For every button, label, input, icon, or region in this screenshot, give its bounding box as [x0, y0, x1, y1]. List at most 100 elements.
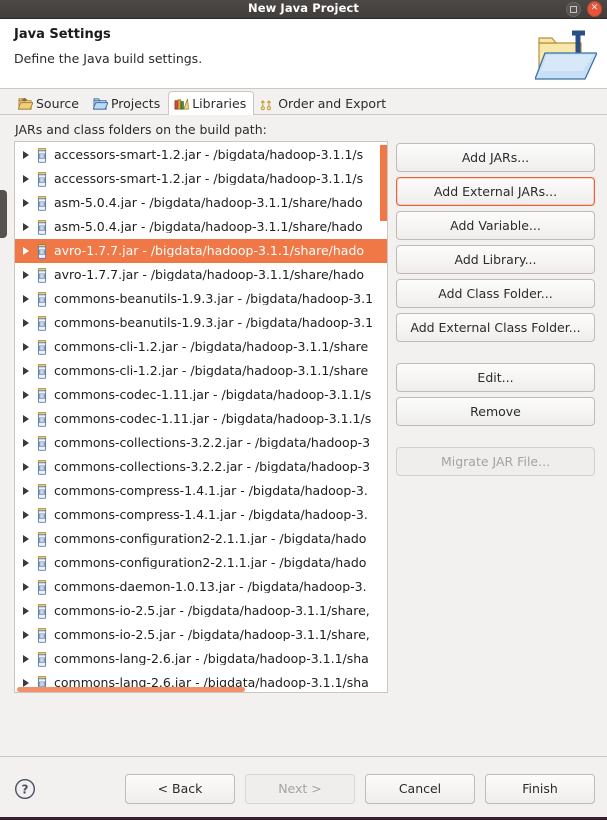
expand-arrow-icon[interactable]	[23, 655, 29, 663]
expand-arrow-icon[interactable]	[23, 487, 29, 495]
jar-file-icon: 010	[37, 363, 47, 379]
list-item[interactable]: 010 commons-beanutils-1.9.3.jar - /bigdat…	[15, 287, 387, 311]
expand-arrow-icon[interactable]	[23, 391, 29, 399]
expand-arrow-icon[interactable]	[23, 607, 29, 615]
expand-arrow-icon[interactable]	[23, 583, 29, 591]
back-button[interactable]: < Back	[125, 773, 235, 804]
close-icon[interactable]: ✕	[587, 1, 602, 17]
remove-button[interactable]: Remove	[396, 397, 595, 426]
list-item[interactable]: 010 commons-beanutils-1.9.3.jar - /bigdat…	[15, 311, 387, 335]
list-item[interactable]: 010 commons-cli-1.2.jar - /bigdata/hadoop…	[15, 359, 387, 383]
expand-arrow-icon[interactable]	[23, 175, 29, 183]
jar-file-icon: 010	[37, 555, 47, 571]
list-item-label: accessors-smart-1.2.jar - /bigdata/hadoo…	[54, 172, 364, 186]
jar-file-icon: 010	[37, 579, 47, 595]
tab-order-and-export[interactable]: Order and Export	[254, 91, 394, 115]
add-external-jars-button[interactable]: Add External JARs...	[396, 177, 595, 206]
list-item[interactable]: 010 commons-codec-1.11.jar - /bigdata/had…	[15, 407, 387, 431]
list-item[interactable]: 010 commons-collections-3.2.2.jar - /bigd…	[15, 431, 387, 455]
finish-button[interactable]: Finish	[485, 773, 595, 804]
jar-file-icon: 010	[37, 195, 47, 211]
jar-file-icon: 010	[37, 171, 47, 187]
svg-text:010: 010	[39, 442, 47, 446]
jar-file-icon: 010	[37, 219, 47, 235]
maximize-icon[interactable]	[566, 1, 581, 17]
jar-file-icon: 010	[37, 267, 47, 283]
svg-text:010: 010	[39, 658, 47, 662]
tab-projects[interactable]: Projects	[87, 91, 168, 115]
add-class-folder-button[interactable]: Add Class Folder...	[396, 279, 595, 308]
add-external-class-folder-button[interactable]: Add External Class Folder...	[396, 313, 595, 342]
list-item[interactable]: 010 commons-lang-2.6.jar - /bigdata/hadoo…	[15, 647, 387, 671]
window-edge-scrollbar[interactable]	[0, 190, 7, 238]
expand-arrow-icon[interactable]	[23, 415, 29, 423]
list-item[interactable]: 010 commons-io-2.5.jar - /bigdata/hadoop-…	[15, 623, 387, 647]
wizard-navigation-buttons: < Back Next > Cancel Finish	[125, 773, 595, 804]
edit-button[interactable]: Edit...	[396, 363, 595, 392]
list-item[interactable]: 010 commons-configuration2-2.1.1.jar - /b…	[15, 527, 387, 551]
svg-text:010: 010	[39, 514, 47, 518]
list-item[interactable]: 010 commons-configuration2-2.1.1.jar - /b…	[15, 551, 387, 575]
list-item[interactable]: 010 avro-1.7.7.jar - /bigdata/hadoop-3.1.…	[15, 239, 387, 263]
list-item[interactable]: 010 asm-5.0.4.jar - /bigdata/hadoop-3.1.1…	[15, 215, 387, 239]
java-folder-icon	[535, 30, 597, 80]
expand-arrow-icon[interactable]	[23, 535, 29, 543]
expand-arrow-icon[interactable]	[23, 343, 29, 351]
list-item-label: commons-io-2.5.jar - /bigdata/hadoop-3.1…	[54, 628, 370, 642]
expand-arrow-icon[interactable]	[23, 319, 29, 327]
new-java-project-wizard: New Java Project ✕ Java Settings Define …	[0, 0, 607, 820]
list-item[interactable]: 010 avro-1.7.7.jar - /bigdata/hadoop-3.1.…	[15, 263, 387, 287]
list-item[interactable]: 010 asm-5.0.4.jar - /bigdata/hadoop-3.1.1…	[15, 191, 387, 215]
list-item-label: commons-lang-2.6.jar - /bigdata/hadoop-3…	[54, 652, 369, 666]
list-item-label: commons-beanutils-1.9.3.jar - /bigdata/h…	[54, 292, 374, 306]
list-item[interactable]: 010 commons-collections-3.2.2.jar - /bigd…	[15, 455, 387, 479]
tab-source[interactable]: Source	[12, 91, 87, 115]
jar-file-icon: 010	[37, 411, 47, 427]
svg-text:010: 010	[39, 298, 47, 302]
expand-arrow-icon[interactable]	[23, 463, 29, 471]
svg-text:010: 010	[39, 154, 47, 158]
svg-text:010: 010	[39, 274, 47, 278]
add-library-button[interactable]: Add Library...	[396, 245, 595, 274]
expand-arrow-icon[interactable]	[23, 295, 29, 303]
list-item-label: commons-codec-1.11.jar - /bigdata/hadoop…	[54, 412, 372, 426]
expand-arrow-icon[interactable]	[23, 271, 29, 279]
tab-libraries[interactable]: Libraries	[168, 91, 255, 115]
list-item-label: commons-io-2.5.jar - /bigdata/hadoop-3.1…	[54, 604, 370, 618]
button-group-spacer	[396, 431, 595, 442]
expand-arrow-icon[interactable]	[23, 223, 29, 231]
list-item[interactable]: 010 commons-compress-1.4.1.jar - /bigdata…	[15, 503, 387, 527]
help-question-icon[interactable]: ?	[14, 778, 36, 800]
add-variable-button[interactable]: Add Variable...	[396, 211, 595, 240]
list-vertical-scrollbar[interactable]	[380, 145, 387, 221]
expand-arrow-icon[interactable]	[23, 199, 29, 207]
list-item[interactable]: 010 commons-io-2.5.jar - /bigdata/hadoop-…	[15, 599, 387, 623]
expand-arrow-icon[interactable]	[23, 511, 29, 519]
list-item[interactable]: 010 accessors-smart-1.2.jar - /bigdata/ha…	[15, 143, 387, 167]
source-folder-icon	[18, 97, 33, 110]
build-path-list[interactable]: 010 accessors-smart-1.2.jar - /bigdata/ha…	[14, 141, 388, 693]
expand-arrow-icon[interactable]	[23, 439, 29, 447]
expand-arrow-icon[interactable]	[23, 247, 29, 255]
add-jars-button[interactable]: Add JARs...	[396, 143, 595, 172]
expand-arrow-icon[interactable]	[23, 151, 29, 159]
jar-file-icon: 010	[37, 459, 47, 475]
list-item[interactable]: 010 commons-cli-1.2.jar - /bigdata/hadoop…	[15, 335, 387, 359]
svg-text:010: 010	[39, 538, 47, 542]
list-item[interactable]: 010 commons-daemon-1.0.13.jar - /bigdata/…	[15, 575, 387, 599]
expand-arrow-icon[interactable]	[23, 367, 29, 375]
jar-file-icon: 010	[37, 291, 47, 307]
list-item[interactable]: 010 commons-compress-1.4.1.jar - /bigdata…	[15, 479, 387, 503]
svg-text:010: 010	[39, 466, 47, 470]
cancel-button[interactable]: Cancel	[365, 773, 475, 804]
wizard-banner: Java Settings Define the Java build sett…	[0, 19, 607, 89]
list-item[interactable]: 010 accessors-smart-1.2.jar - /bigdata/ha…	[15, 167, 387, 191]
jar-file-icon: 010	[37, 507, 47, 523]
window-titlebar: New Java Project ✕	[0, 0, 607, 19]
expand-arrow-icon[interactable]	[23, 559, 29, 567]
expand-arrow-icon[interactable]	[23, 631, 29, 639]
expand-arrow-icon[interactable]	[23, 679, 29, 687]
list-horizontal-scrollbar[interactable]	[17, 687, 245, 692]
svg-text:010: 010	[39, 250, 47, 254]
list-item[interactable]: 010 commons-codec-1.11.jar - /bigdata/had…	[15, 383, 387, 407]
